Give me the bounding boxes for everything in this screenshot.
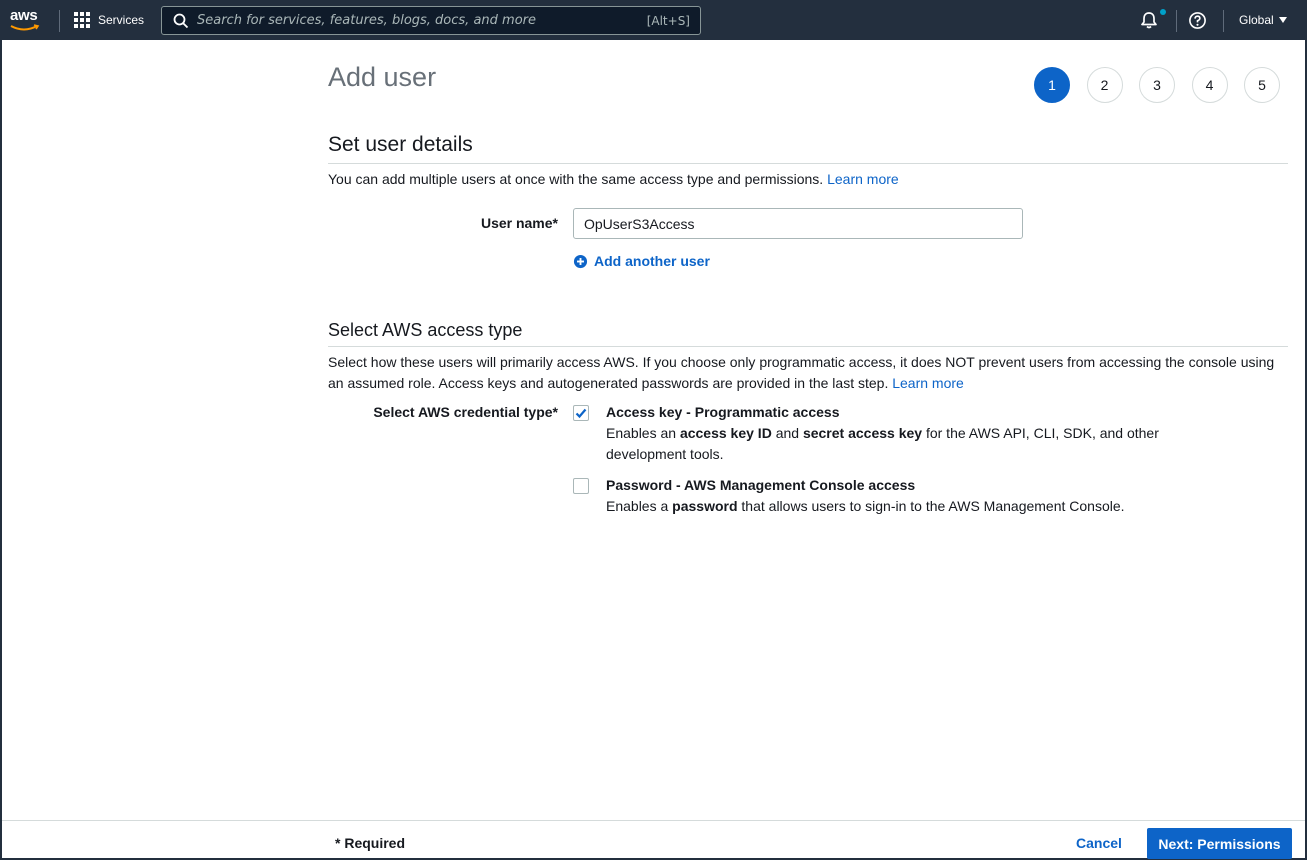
section-divider: [328, 163, 1288, 164]
wizard-steps: 1 2 3 4 5: [1034, 67, 1297, 103]
services-label: Services: [98, 13, 145, 27]
search-input[interactable]: [197, 13, 647, 28]
desc-text: development tools.: [606, 446, 724, 462]
nav-divider: [1176, 10, 1177, 32]
access-key-checkbox[interactable]: [573, 405, 589, 421]
password-option-description: Enables a password that allows users to …: [606, 496, 1166, 517]
learn-more-link[interactable]: Learn more: [892, 375, 964, 391]
access-type-heading: Select AWS access type: [328, 320, 523, 340]
access-type-description: Select how these users will primarily ac…: [328, 352, 1288, 394]
services-menu-button[interactable]: Services: [74, 12, 144, 28]
wizard-step-4[interactable]: 4: [1191, 67, 1228, 103]
nav-divider: [1223, 10, 1224, 32]
footer-divider: [2, 820, 1305, 821]
desc-text: Enables a: [606, 498, 673, 514]
desc-text: Enables an: [606, 425, 680, 441]
user-details-description: You can add multiple users at once with …: [328, 169, 899, 190]
cancel-button[interactable]: Cancel: [1076, 835, 1122, 851]
nav-divider: [59, 10, 60, 32]
region-selector[interactable]: Global: [1239, 13, 1287, 27]
section-divider: [328, 346, 1288, 347]
checkmark-icon: [575, 408, 587, 419]
wizard-step-1[interactable]: 1: [1034, 67, 1070, 103]
desc-bold: secret access key: [802, 425, 923, 441]
notification-dot: [1160, 9, 1166, 15]
aws-smile-icon: [10, 24, 40, 31]
search-bar[interactable]: [Alt+S]: [161, 6, 701, 35]
aws-logo-text: aws: [10, 7, 38, 24]
add-another-user-label: Add another user: [594, 253, 710, 269]
search-shortcut-hint: [Alt+S]: [646, 13, 690, 28]
desc-bold: password: [672, 498, 738, 514]
desc-text: for the AWS API, CLI, SDK, and other: [922, 425, 1159, 441]
wizard-step-5[interactable]: 5: [1244, 67, 1280, 103]
aws-logo[interactable]: aws: [10, 8, 46, 34]
help-icon[interactable]: [1188, 11, 1207, 30]
user-name-input[interactable]: [573, 208, 1023, 239]
user-details-description-text: You can add multiple users at once with …: [328, 171, 824, 187]
search-icon: [173, 13, 189, 28]
wizard-step-3[interactable]: 3: [1139, 67, 1175, 103]
page-title: Add user: [328, 62, 437, 92]
desc-text: that allows users to sign-in to the AWS …: [737, 498, 1125, 514]
notifications-bell-icon[interactable]: [1139, 10, 1159, 30]
access-type-description-line2: an assumed role. Access keys and autogen…: [328, 375, 889, 391]
access-type-description-line1: Select how these users will primarily ac…: [328, 354, 1275, 370]
grid-icon: [74, 12, 90, 28]
desc-text: and: [771, 425, 803, 441]
plus-circle-icon: [573, 254, 588, 268]
access-key-option-description: Enables an access key ID and secret acce…: [606, 423, 1166, 465]
desc-bold: access key ID: [679, 425, 772, 441]
user-name-label: User name*: [480, 215, 558, 231]
user-details-heading: Set user details: [328, 133, 473, 156]
credential-type-label: Select AWS credential type*: [373, 404, 558, 420]
add-another-user-button[interactable]: Add another user: [573, 253, 710, 269]
password-checkbox[interactable]: [573, 478, 589, 494]
wizard-step-2[interactable]: 2: [1086, 67, 1123, 103]
password-option-title: Password - AWS Management Console access: [606, 477, 916, 493]
next-permissions-button[interactable]: Next: Permissions: [1147, 828, 1292, 859]
region-label: Global: [1239, 13, 1274, 27]
caret-down-icon: [1278, 17, 1287, 23]
top-nav: aws Services [Alt+S] Global: [2, 2, 1305, 40]
required-note: * Required: [335, 835, 406, 851]
access-key-option-title: Access key - Programmatic access: [606, 404, 840, 420]
learn-more-link[interactable]: Learn more: [827, 171, 899, 187]
